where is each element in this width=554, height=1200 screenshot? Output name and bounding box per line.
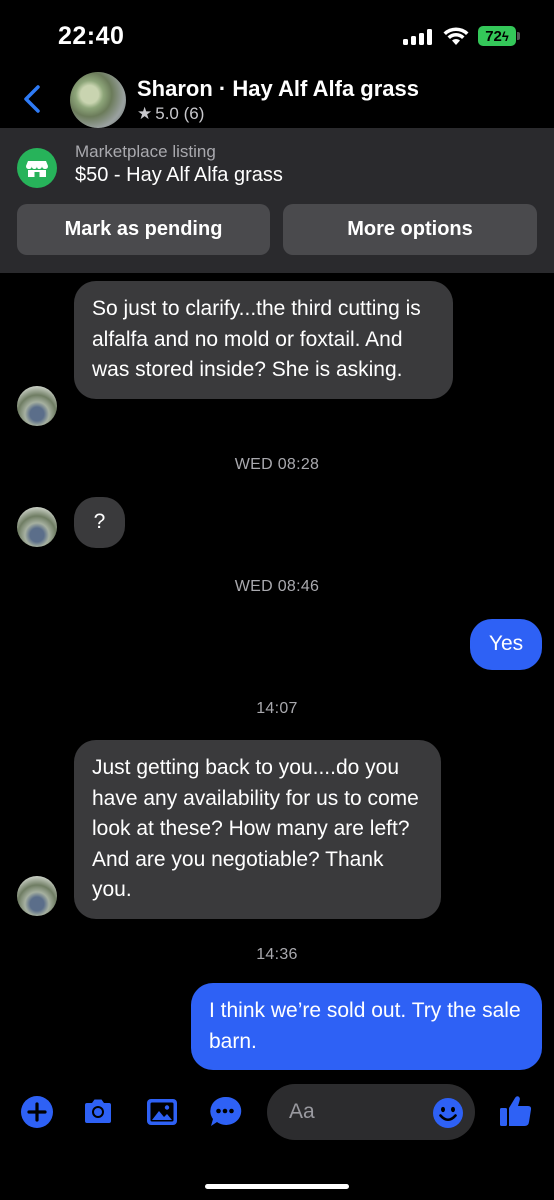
contact-name[interactable]: Sharon · Hay Alf Alfa grass	[137, 76, 419, 102]
timestamp: WED 08:46	[234, 578, 320, 595]
star-icon: ★	[137, 104, 153, 123]
timestamp: 14:07	[256, 700, 298, 717]
conversation-header: Sharon · Hay Alf Alfa grass ★ 5.0 (6)	[0, 70, 554, 128]
avatar	[17, 507, 57, 547]
storefront-icon	[17, 148, 57, 188]
more-options-button[interactable]: More options	[283, 204, 537, 255]
mark-pending-button[interactable]: Mark as pending	[17, 204, 270, 255]
timestamp: 14:36	[256, 946, 298, 963]
battery-level: 72	[485, 27, 502, 45]
chevron-left-icon[interactable]	[18, 82, 48, 116]
message-incoming[interactable]: Just getting back to you....do you have …	[74, 740, 441, 919]
photo-icon[interactable]	[145, 1095, 179, 1129]
message-outgoing[interactable]: Yes	[470, 619, 542, 670]
avatar[interactable]	[70, 72, 126, 128]
message-incoming[interactable]: ?	[74, 497, 125, 548]
message-outgoing[interactable]: I think we’re sold out. Try the sale bar…	[191, 983, 542, 1070]
more-icon[interactable]	[208, 1095, 242, 1129]
timestamp: WED 08:28	[234, 456, 320, 473]
plus-icon[interactable]	[20, 1095, 54, 1129]
thumbs-up-icon[interactable]	[498, 1093, 534, 1129]
battery-icon: 72 ϟ	[478, 26, 516, 46]
rating-value: 5.0 (6)	[155, 104, 205, 123]
message-input[interactable]	[289, 1084, 429, 1140]
avatar	[17, 876, 57, 916]
message-composer	[0, 1080, 554, 1142]
home-indicator	[205, 1184, 349, 1189]
message-incoming[interactable]: So just to clarify...the third cutting i…	[74, 281, 453, 399]
battery-tip	[517, 32, 520, 40]
status-time: 22:40	[58, 22, 125, 50]
signal-icon	[403, 29, 433, 45]
listing-title[interactable]: $50 - Hay Alf Alfa grass	[75, 164, 283, 187]
seller-rating: ★ 5.0 (6)	[137, 104, 204, 124]
marketplace-listing-panel: Marketplace listing $50 - Hay Alf Alfa g…	[0, 128, 554, 273]
camera-icon[interactable]	[81, 1095, 115, 1129]
wifi-icon	[443, 27, 469, 45]
avatar	[17, 386, 57, 426]
emoji-icon[interactable]	[432, 1097, 464, 1129]
status-bar: 22:40 72 ϟ	[0, 0, 554, 70]
listing-label: Marketplace listing	[75, 142, 216, 161]
